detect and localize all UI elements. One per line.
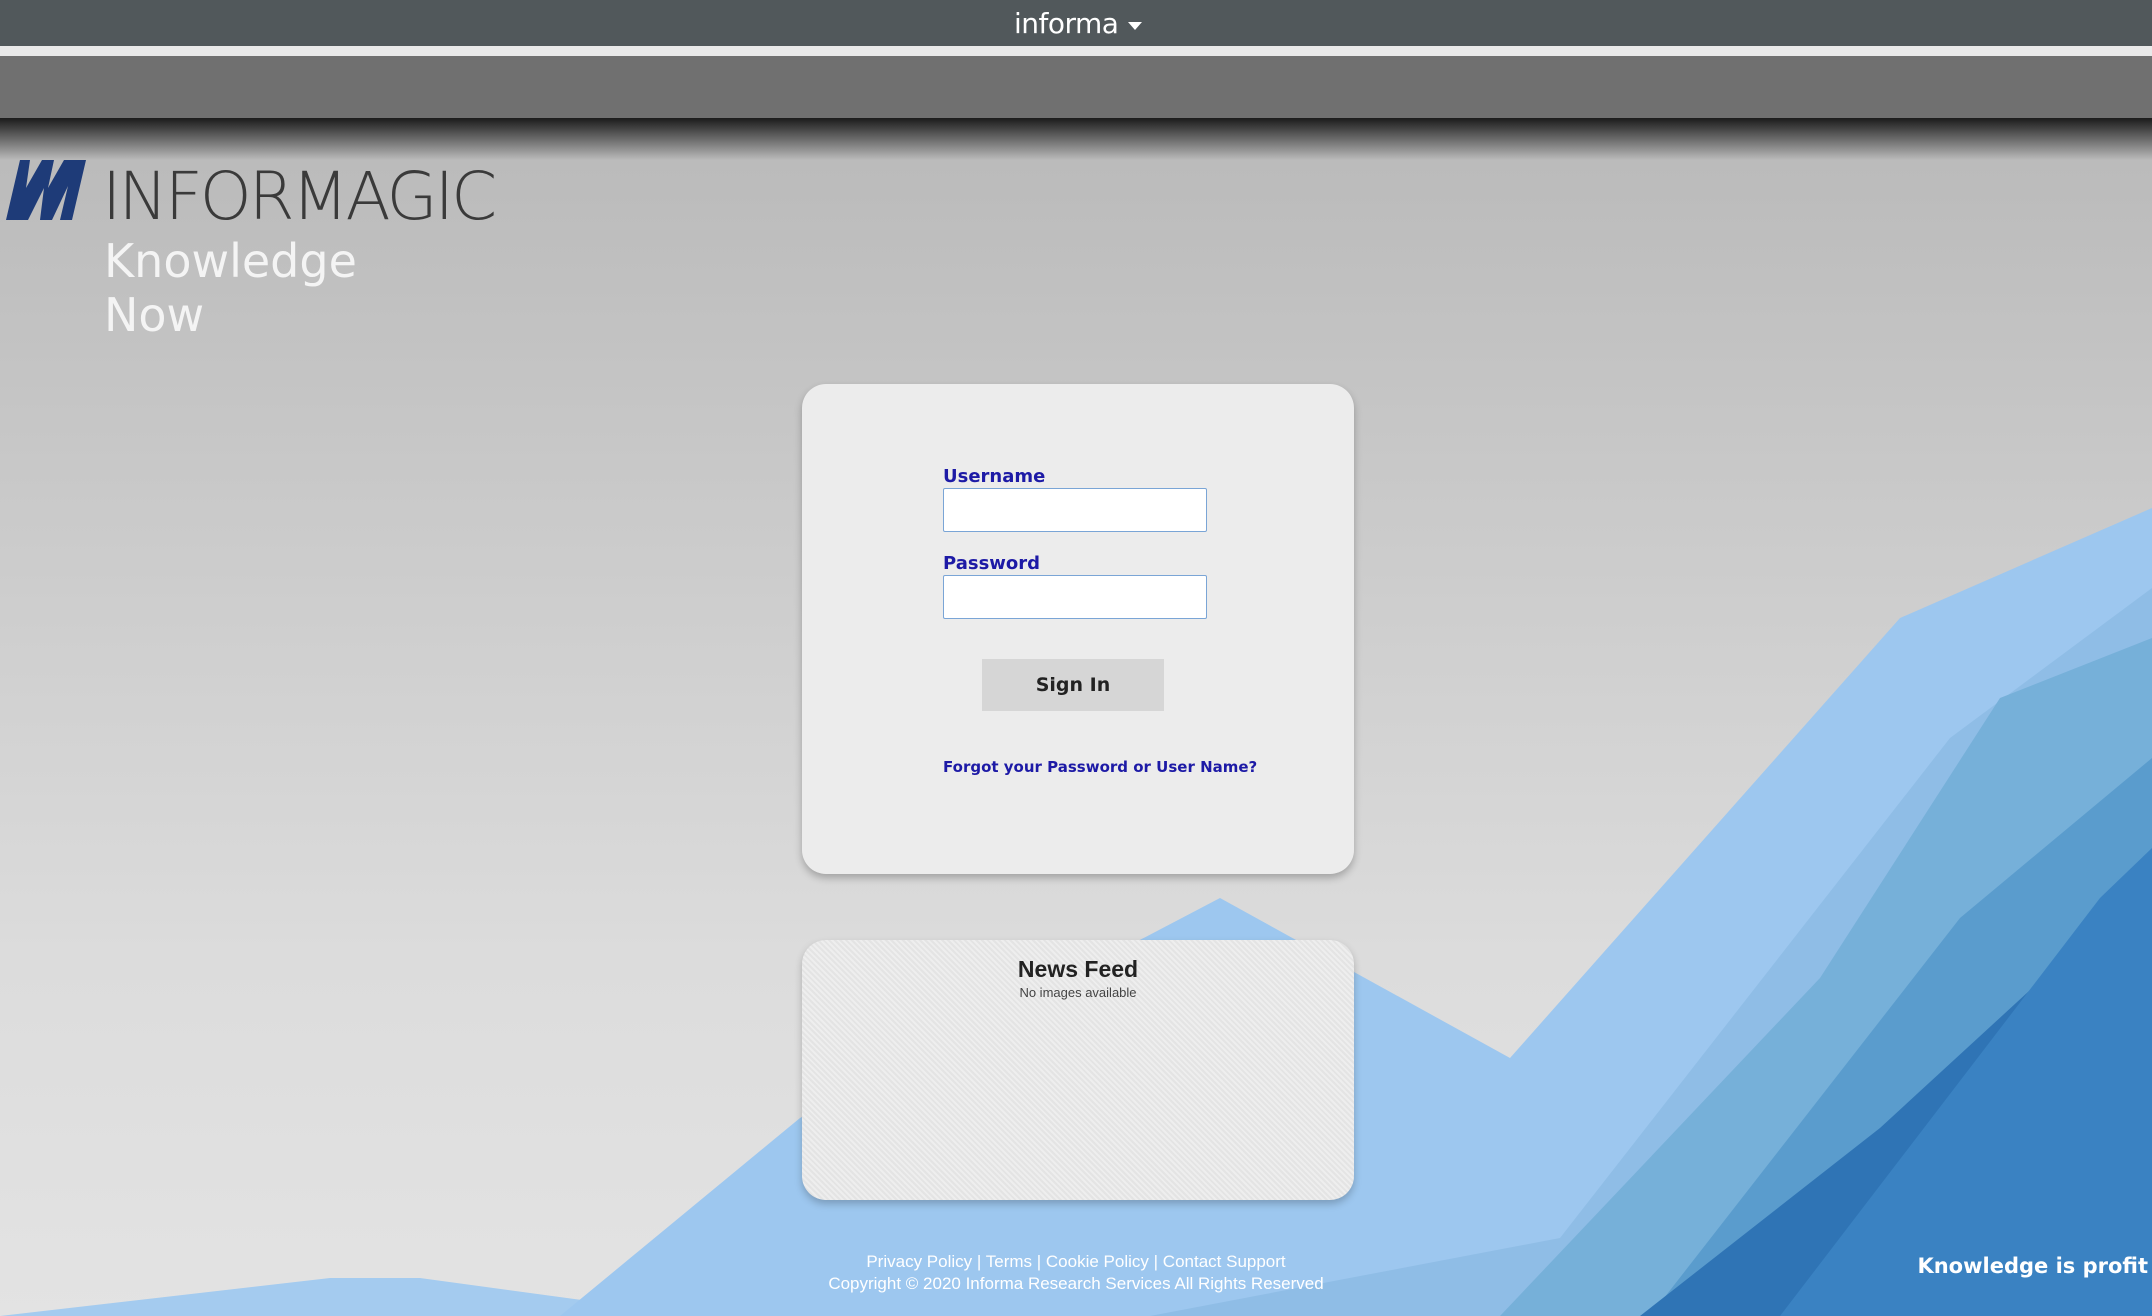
login-card: Username Password Sign In Forgot your Pa… <box>802 384 1354 874</box>
header-shadow <box>0 118 2152 160</box>
forgot-credentials-link[interactable]: Forgot your Password or User Name? <box>943 758 1257 776</box>
username-label: Username <box>943 466 1046 487</box>
informa-brand-menu[interactable]: informa <box>1014 4 1143 42</box>
footer-separator: | <box>976 1252 982 1271</box>
informagic-logo-icon <box>6 160 86 220</box>
footer-separator: | <box>1153 1252 1159 1271</box>
footer-links: Privacy Policy | Terms | Cookie Policy |… <box>0 1252 2152 1272</box>
news-feed-title: News Feed <box>1017 956 1139 982</box>
sign-in-button[interactable]: Sign In <box>982 659 1164 711</box>
top-bar: informa <box>0 0 2152 46</box>
password-input[interactable] <box>943 575 1207 619</box>
password-label: Password <box>943 553 1041 574</box>
header-band <box>0 56 2152 118</box>
informagic-logo: INFORMAGIC Knowledge Now <box>6 158 497 342</box>
slogan-text: Knowledge is profit <box>1917 1254 2148 1278</box>
contact-support-link[interactable]: Contact Support <box>1163 1252 1286 1271</box>
chevron-down-icon <box>1128 22 1143 30</box>
terms-link[interactable]: Terms <box>986 1252 1032 1271</box>
news-feed-empty-message: No images available <box>1019 985 1137 1000</box>
footer-separator: | <box>1036 1252 1042 1271</box>
username-input[interactable] <box>943 488 1207 532</box>
header-divider <box>0 46 2152 56</box>
privacy-policy-link[interactable]: Privacy Policy <box>866 1252 972 1271</box>
logo-tagline: Knowledge Now <box>104 234 357 342</box>
informa-brand: informa <box>1014 6 1119 40</box>
logo-wordmark: INFORMAGIC <box>102 158 497 235</box>
cookie-policy-link[interactable]: Cookie Policy <box>1046 1252 1149 1271</box>
copyright-text: Copyright © 2020 Informa Research Servic… <box>828 1274 1324 1293</box>
news-feed-panel: News Feed No images available <box>802 940 1354 1200</box>
